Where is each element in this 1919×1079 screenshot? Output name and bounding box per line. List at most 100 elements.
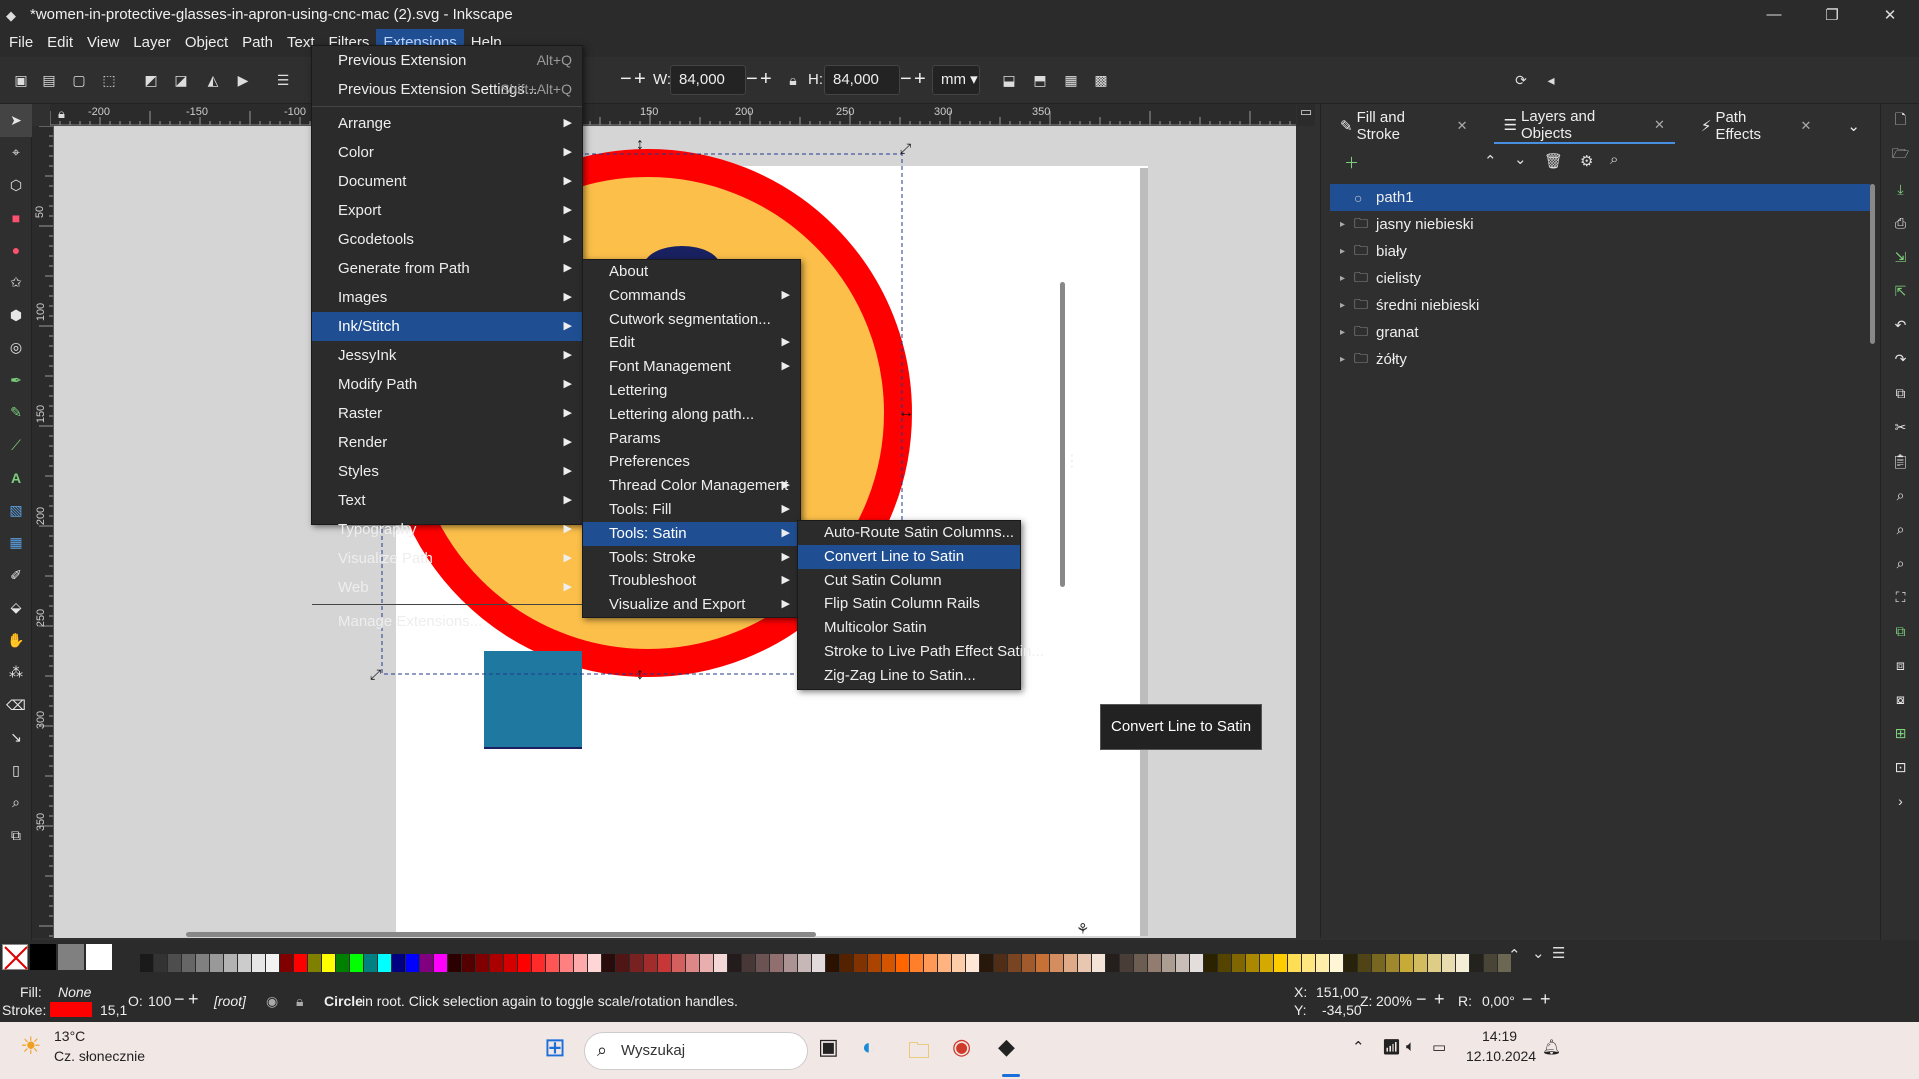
menu-item-visualize-and-export[interactable]: Visualize and Export ▶ xyxy=(583,593,800,617)
menu-item-lettering-along-path[interactable]: Lettering along path... xyxy=(583,403,800,427)
palette-swatch[interactable] xyxy=(980,954,993,972)
palette-swatch[interactable] xyxy=(1428,954,1441,972)
menu-item-manage-extensions[interactable]: Manage Extensions... xyxy=(312,607,582,636)
menu-item-jessyink[interactable]: JessyInk ▶ xyxy=(312,341,582,370)
palette-swatch[interactable] xyxy=(812,954,825,972)
palette-swatch[interactable] xyxy=(952,954,965,972)
menu-item-cutwork-segmentation[interactable]: Cutwork segmentation... xyxy=(583,308,800,332)
spray-tool-icon[interactable]: ⁂ xyxy=(0,657,32,690)
search-icon[interactable]: ⌕ xyxy=(1610,151,1618,168)
display-mode-icon[interactable]: ⚘ xyxy=(1076,920,1089,938)
palette-swatch[interactable] xyxy=(1064,954,1077,972)
rotate-cw-icon[interactable]: ◪ xyxy=(168,67,194,93)
palette-swatch[interactable] xyxy=(644,954,657,972)
menu-item-convert-line-to-satin[interactable]: Convert Line to Satin xyxy=(798,544,1020,569)
expand-arrow-icon[interactable]: ▸ xyxy=(1340,219,1354,230)
shape-builder-icon[interactable]: ⬡ xyxy=(0,169,32,202)
inkscape-taskbar-icon[interactable]: ◆ xyxy=(998,1034,1015,1060)
palette-swatch[interactable] xyxy=(546,954,559,972)
palette-swatch[interactable] xyxy=(378,954,391,972)
tree-row-layer[interactable]: ▸ 🗀 granat xyxy=(1330,319,1870,346)
palette-swatch[interactable] xyxy=(448,954,461,972)
snap-popover-icon[interactable]: ◂ xyxy=(1538,67,1564,93)
ungroup-icon[interactable]: ⊡ xyxy=(1881,750,1919,784)
palette-swatch[interactable] xyxy=(1204,954,1217,972)
menu-item-render[interactable]: Render ▶ xyxy=(312,428,582,457)
menu-edit[interactable]: Edit xyxy=(40,29,80,57)
tab-path-effects[interactable]: ⚡︎ Path Effects ✕ xyxy=(1691,108,1822,144)
palette-swatch[interactable] xyxy=(308,954,321,972)
zoom-in-button[interactable]: + xyxy=(1434,989,1445,1009)
palette-swatch[interactable] xyxy=(742,954,755,972)
scale-stroke-icon[interactable]: ⬓ xyxy=(996,67,1022,93)
palette-swatch[interactable] xyxy=(854,954,867,972)
menu-item-styles[interactable]: Styles ▶ xyxy=(312,457,582,486)
tab-overflow-chevron-icon[interactable]: ⌄ xyxy=(1837,108,1870,144)
import-icon[interactable]: ⇲ xyxy=(1881,240,1919,274)
move-up-icon[interactable]: ⌃ xyxy=(1484,152,1497,170)
palette-swatch[interactable] xyxy=(994,954,1007,972)
palette-swatch[interactable] xyxy=(350,954,363,972)
x-increment-button[interactable]: + xyxy=(634,64,646,94)
menu-item-raster[interactable]: Raster ▶ xyxy=(312,399,582,428)
menu-item-modify-path[interactable]: Modify Path ▶ xyxy=(312,370,582,399)
menu-item-tools-satin[interactable]: Tools: Satin ▶ xyxy=(583,521,800,546)
fill-value[interactable]: None xyxy=(58,982,91,1002)
palette-swatch[interactable] xyxy=(770,954,783,972)
palette-swatch[interactable] xyxy=(1036,954,1049,972)
scale-handle-bottom[interactable]: ↕ xyxy=(636,666,644,684)
taskbar-search[interactable]: ⌕ Wyszukaj xyxy=(584,1032,808,1070)
palette-swatch[interactable] xyxy=(588,954,601,972)
weather-icon[interactable]: ☀ xyxy=(20,1032,42,1061)
palette-swatch[interactable] xyxy=(420,954,433,972)
palette-swatch[interactable] xyxy=(392,954,405,972)
selector-tool-icon[interactable]: ➤ xyxy=(0,104,32,137)
menu-item-previous-extension-settings[interactable]: Previous Extension Settings... Shift+Alt+… xyxy=(312,75,582,104)
palette-swatch[interactable] xyxy=(1442,954,1455,972)
menu-item-about[interactable]: About xyxy=(583,260,800,284)
palette-swatch[interactable] xyxy=(1176,954,1189,972)
redo-icon[interactable]: ↷ xyxy=(1881,342,1919,376)
select-all-layers-icon[interactable]: ▤ xyxy=(36,67,62,93)
palette-menu-icon[interactable]: ☰ xyxy=(1552,944,1565,962)
menu-item-flip-satin-column-rails[interactable]: Flip Satin Column Rails xyxy=(798,592,1020,616)
file-explorer-icon[interactable]: 🗀 xyxy=(908,1034,930,1072)
menu-item-web[interactable]: Web ▶ xyxy=(312,573,582,602)
palette-swatch[interactable] xyxy=(840,954,853,972)
expand-arrow-icon[interactable]: ▸ xyxy=(1340,300,1354,311)
palette-swatch[interactable] xyxy=(756,954,769,972)
stroke-swatch[interactable] xyxy=(50,1002,92,1017)
measure-tool-icon[interactable]: ⧉ xyxy=(0,819,32,852)
open-file-icon[interactable]: 🗁 xyxy=(1881,138,1919,172)
menu-item-typography[interactable]: Typography ▶ xyxy=(312,515,582,544)
palette-swatch[interactable] xyxy=(210,954,223,972)
unit-select[interactable]: mm ▾ xyxy=(932,65,980,95)
flip-horizontal-icon[interactable]: ◭ xyxy=(200,67,226,93)
calligraphy-tool-icon[interactable]: ⟋ xyxy=(0,429,32,462)
palette-swatch[interactable] xyxy=(1008,954,1021,972)
height-field[interactable]: 84,000 xyxy=(824,65,900,95)
new-document-icon[interactable]: 🗋 xyxy=(1881,104,1919,138)
expand-arrow-icon[interactable]: ▸ xyxy=(1340,246,1354,257)
palette-swatch[interactable] xyxy=(798,954,811,972)
scale-handle-top[interactable]: ↕ xyxy=(636,136,644,154)
weather-desc[interactable]: Cz. słonecznie xyxy=(54,1048,145,1064)
w-increment-button[interactable]: + xyxy=(760,64,772,94)
undo-icon[interactable]: ↶ xyxy=(1881,308,1919,342)
unlink-clone-icon[interactable]: ⧇ xyxy=(1881,682,1919,716)
palette-swatch[interactable] xyxy=(1246,954,1259,972)
palette-swatch[interactable] xyxy=(1190,954,1203,972)
tab-fill-stroke[interactable]: ✎ Fill and Stroke ✕ xyxy=(1330,108,1478,144)
palette-swatch[interactable] xyxy=(910,954,923,972)
tree-row-layer[interactable]: ▸ 🗀 biały xyxy=(1330,238,1870,265)
palette-swatch[interactable] xyxy=(364,954,377,972)
palette-swatch[interactable] xyxy=(1106,954,1119,972)
cut-icon[interactable]: ✂ xyxy=(1881,410,1919,444)
palette-swatch[interactable] xyxy=(252,954,265,972)
palette-swatch[interactable] xyxy=(938,954,951,972)
palette-swatch[interactable] xyxy=(1316,954,1329,972)
palette-swatch[interactable] xyxy=(1470,954,1483,972)
palette-swatch[interactable] xyxy=(1022,954,1035,972)
palette-swatch[interactable] xyxy=(1092,954,1105,972)
menu-item-images[interactable]: Images ▶ xyxy=(312,283,582,312)
